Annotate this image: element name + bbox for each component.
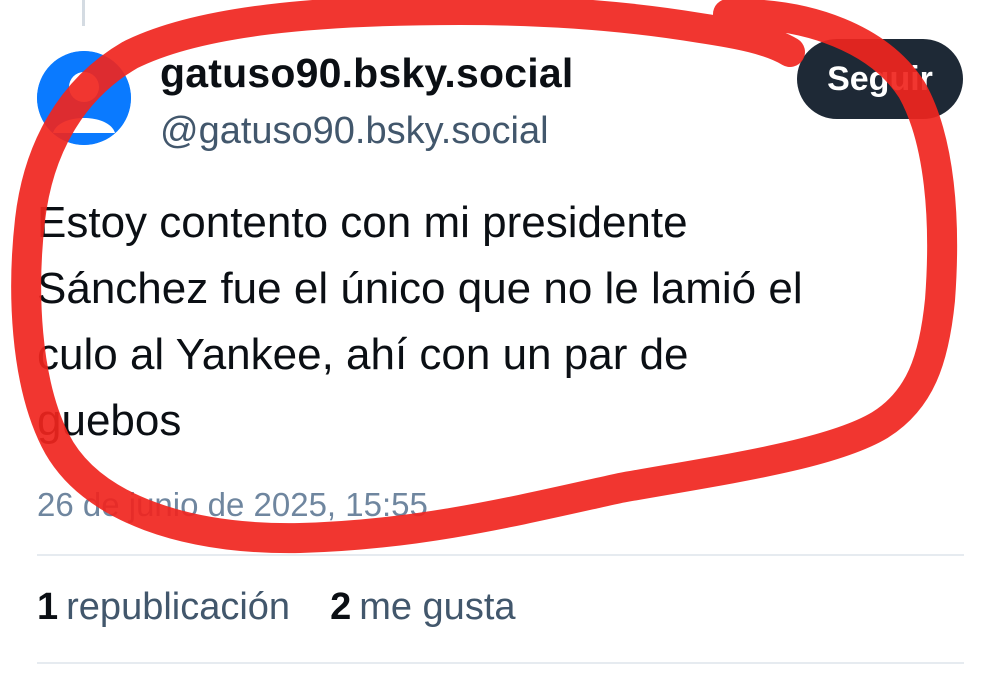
post-text: Estoy contento con mi presidente Sánchez…: [37, 198, 803, 445]
post-timestamp: 26 de junio de 2025, 15:55: [37, 486, 428, 523]
likes-stat[interactable]: 2 me gusta: [330, 586, 515, 629]
follow-button[interactable]: Seguir: [797, 39, 963, 119]
author-handle[interactable]: @gatuso90.bsky.social: [160, 110, 549, 153]
likes-label: me gusta: [359, 586, 516, 628]
reposts-label: republicación: [66, 586, 291, 628]
author-display-name[interactable]: gatuso90.bsky.social: [160, 50, 573, 97]
divider: [37, 554, 964, 556]
likes-count: 2: [330, 586, 352, 628]
post-stats: 1 republicación 2 me gusta: [37, 586, 516, 629]
reposts-count: 1: [37, 586, 59, 628]
reposts-stat[interactable]: 1 republicación: [37, 586, 290, 629]
thread-connector-line: [82, 0, 85, 26]
default-user-avatar-icon: [37, 51, 131, 145]
divider: [37, 662, 964, 664]
author-avatar[interactable]: [37, 51, 131, 145]
